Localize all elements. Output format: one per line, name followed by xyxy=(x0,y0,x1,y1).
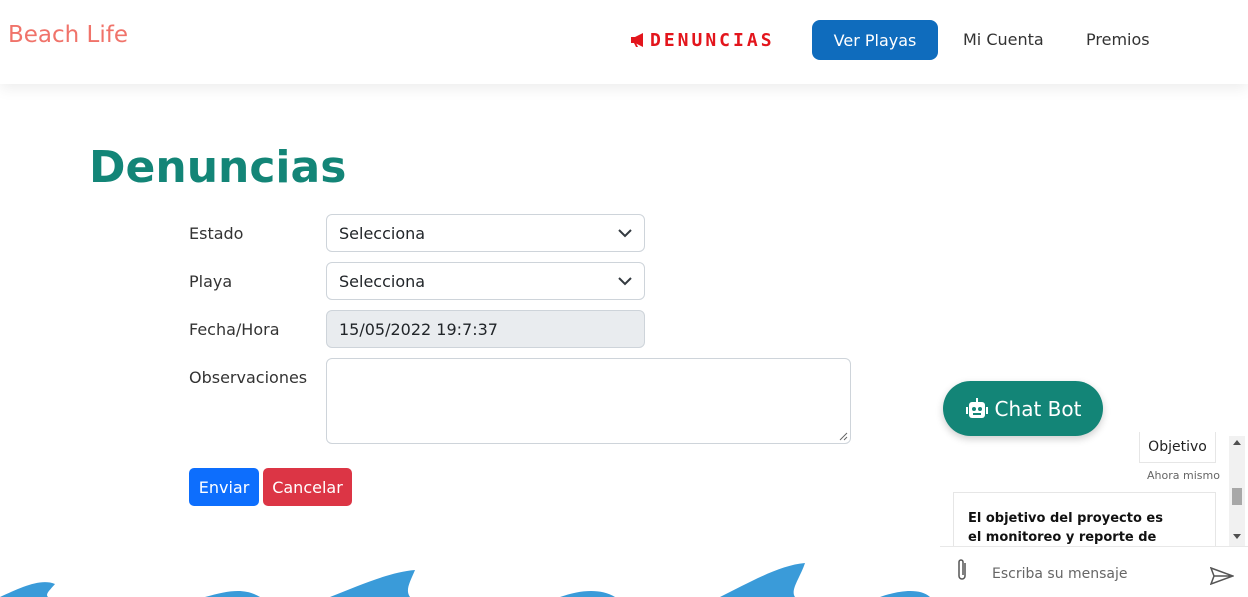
chat-scrollbar[interactable] xyxy=(1229,436,1245,546)
scroll-up-icon[interactable] xyxy=(1233,440,1241,445)
megaphone-icon xyxy=(631,33,643,47)
chevron-down-icon xyxy=(618,229,632,238)
playa-label: Playa xyxy=(189,272,233,291)
fecha-label: Fecha/Hora xyxy=(189,320,280,339)
nav-denuncias-link[interactable]: DENUNCIAS xyxy=(630,28,775,52)
premios-link[interactable]: Premios xyxy=(1086,30,1150,49)
chevron-down-icon xyxy=(618,277,632,286)
mi-cuenta-link[interactable]: Mi Cuenta xyxy=(963,30,1044,49)
chat-message-input[interactable]: Escriba su mensaje xyxy=(992,566,1128,582)
enviar-button[interactable]: Enviar xyxy=(189,468,259,506)
cancelar-button[interactable]: Cancelar xyxy=(263,468,352,506)
playa-select-value: Selecciona xyxy=(339,271,426,291)
chat-bot-message-line: el monitoreo y reporte de indicios xyxy=(968,530,1157,545)
scroll-down-icon[interactable] xyxy=(1233,534,1241,539)
page-title: Denuncias xyxy=(89,142,347,193)
estado-label: Estado xyxy=(189,224,244,243)
chat-bot-message-line: El objetivo del proyecto es xyxy=(968,511,1163,526)
playa-select[interactable]: Selecciona xyxy=(326,262,645,300)
chat-bot-label: Chat Bot xyxy=(994,396,1082,421)
estado-select-value: Selecciona xyxy=(339,223,426,243)
observaciones-label: Observaciones xyxy=(189,368,308,387)
chat-timestamp: Ahora mismo xyxy=(1147,469,1220,482)
chat-bot-toggle[interactable]: Chat Bot xyxy=(943,381,1103,436)
fecha-field: 15/05/2022 19:7:37 xyxy=(326,310,645,348)
scrollbar-thumb[interactable] xyxy=(1232,488,1242,505)
fecha-value: 15/05/2022 19:7:37 xyxy=(339,319,498,339)
chat-bot-message: El objetivo del proyecto es el monitoreo… xyxy=(953,492,1216,548)
resize-handle-icon[interactable] xyxy=(839,432,848,441)
nav-denuncias-label: DENUNCIAS xyxy=(650,29,775,51)
observaciones-textarea[interactable] xyxy=(326,358,851,444)
ver-playas-button[interactable]: Ver Playas xyxy=(812,20,938,60)
navbar: Beach Life DENUNCIAS Ver Playas Mi Cuent… xyxy=(0,0,1248,84)
send-icon[interactable] xyxy=(1210,567,1234,585)
brand-logo[interactable]: Beach Life xyxy=(8,22,128,48)
chat-user-message: Objetivo xyxy=(1139,432,1216,463)
robot-icon xyxy=(965,397,988,418)
chat-input-row: Escriba su mensaje xyxy=(940,546,1248,597)
paperclip-icon[interactable] xyxy=(954,557,970,583)
estado-select[interactable]: Selecciona xyxy=(326,214,645,252)
chat-panel: Objetivo Ahora mismo El objetivo del pro… xyxy=(940,432,1248,597)
